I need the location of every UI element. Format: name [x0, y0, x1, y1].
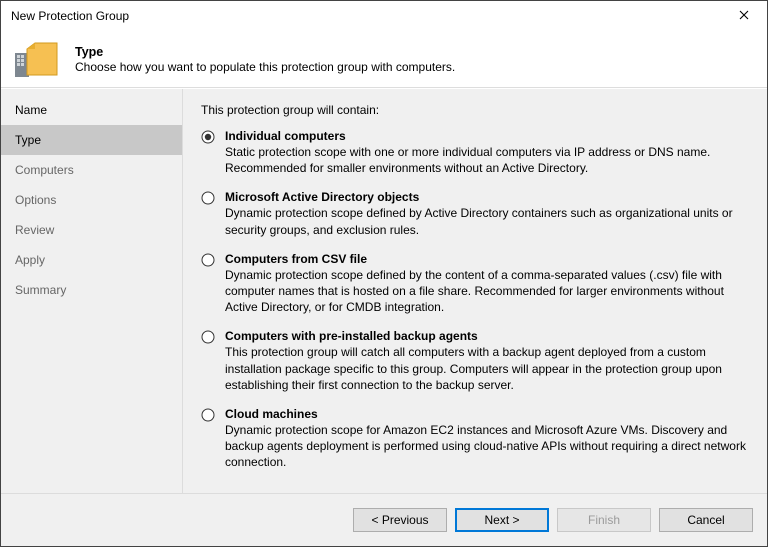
radio-icon — [201, 191, 215, 205]
radio-icon — [201, 253, 215, 267]
radio-icon — [201, 408, 215, 422]
close-button[interactable] — [721, 1, 767, 31]
sidebar-item-options[interactable]: Options — [1, 185, 182, 215]
option-desc: Dynamic protection scope defined by the … — [225, 267, 747, 316]
option-desc: Static protection scope with one or more… — [225, 144, 747, 176]
sidebar-item-computers[interactable]: Computers — [1, 155, 182, 185]
option-title: Cloud machines — [225, 407, 747, 421]
cancel-button[interactable]: Cancel — [659, 508, 753, 532]
option-text: Computers with pre-installed backup agen… — [225, 329, 747, 393]
sidebar-item-apply[interactable]: Apply — [1, 245, 182, 275]
wizard-header: Type Choose how you want to populate thi… — [1, 31, 767, 88]
type-option[interactable]: Computers from CSV fileDynamic protectio… — [201, 252, 747, 316]
type-option[interactable]: Computers with pre-installed backup agen… — [201, 329, 747, 393]
type-option[interactable]: Cloud machinesDynamic protection scope f… — [201, 407, 747, 471]
page-title: Type — [75, 45, 455, 59]
option-text: Microsoft Active Directory objectsDynami… — [225, 190, 747, 237]
close-icon — [739, 9, 749, 23]
sidebar-item-summary[interactable]: Summary — [1, 275, 182, 305]
titlebar: New Protection Group — [1, 1, 767, 31]
sidebar-item-review[interactable]: Review — [1, 215, 182, 245]
previous-button[interactable]: < Previous — [353, 508, 447, 532]
next-button[interactable]: Next > — [455, 508, 549, 532]
option-desc: This protection group will catch all com… — [225, 344, 747, 393]
protection-group-icon — [15, 39, 59, 79]
type-option[interactable]: Individual computersStatic protection sc… — [201, 129, 747, 176]
type-option[interactable]: Microsoft Active Directory objectsDynami… — [201, 190, 747, 237]
header-text: Type Choose how you want to populate thi… — [75, 45, 455, 74]
option-title: Computers with pre-installed backup agen… — [225, 329, 747, 343]
option-text: Cloud machinesDynamic protection scope f… — [225, 407, 747, 471]
finish-button[interactable]: Finish — [557, 508, 651, 532]
wizard-body: Name TypeComputersOptionsReviewApplySumm… — [1, 88, 767, 493]
option-title: Individual computers — [225, 129, 747, 143]
radio-icon — [201, 330, 215, 344]
sidebar-item-type[interactable]: Type — [1, 125, 182, 155]
content-intro: This protection group will contain: — [201, 103, 747, 117]
wizard-content: This protection group will contain: Indi… — [183, 89, 767, 493]
option-title: Computers from CSV file — [225, 252, 747, 266]
radio-icon — [201, 130, 215, 144]
wizard-footer: < Previous Next > Finish Cancel — [1, 493, 767, 546]
page-subtitle: Choose how you want to populate this pro… — [75, 60, 455, 74]
option-desc: Dynamic protection scope for Amazon EC2 … — [225, 422, 747, 471]
wizard-window: New Protection Group Type Choose how y — [0, 0, 768, 547]
wizard-steps-sidebar: Name TypeComputersOptionsReviewApplySumm… — [1, 89, 183, 493]
option-text: Computers from CSV fileDynamic protectio… — [225, 252, 747, 316]
sidebar-header: Name — [1, 95, 182, 125]
option-text: Individual computersStatic protection sc… — [225, 129, 747, 176]
option-title: Microsoft Active Directory objects — [225, 190, 747, 204]
window-title: New Protection Group — [11, 9, 721, 23]
option-desc: Dynamic protection scope defined by Acti… — [225, 205, 747, 237]
